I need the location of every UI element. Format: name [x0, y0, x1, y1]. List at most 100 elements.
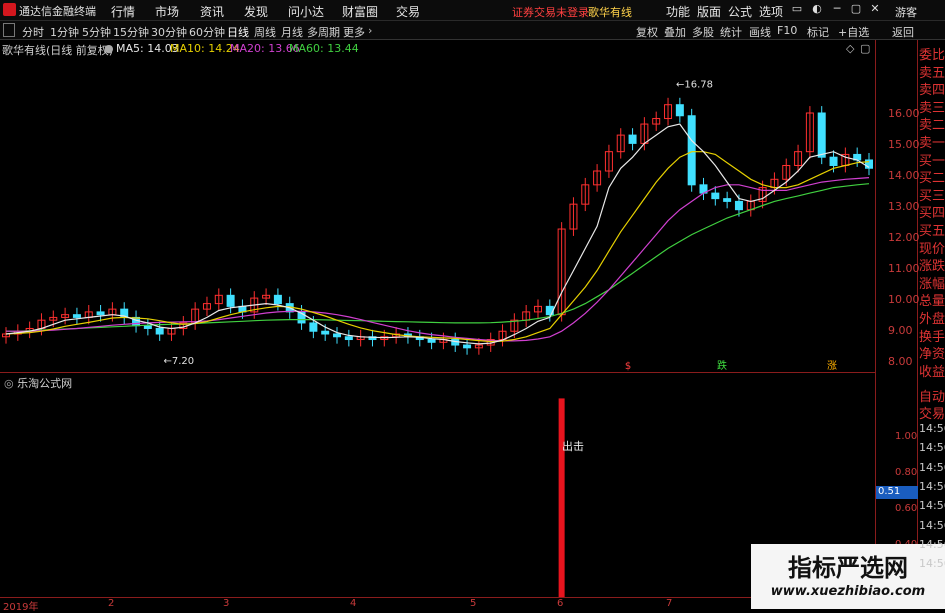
menu-gongshi[interactable]: 公式	[728, 3, 752, 20]
tool-fuquan[interactable]: 复权	[636, 24, 658, 40]
menu-caifuquan[interactable]: 财富圈	[342, 3, 378, 20]
candle	[321, 330, 330, 335]
date-tick: 4	[350, 598, 357, 609]
event-mark[interactable]: $	[625, 361, 631, 372]
menu-shichang[interactable]: 市场	[155, 3, 179, 20]
period-15min[interactable]: 15分钟	[113, 24, 149, 40]
low-price-label: ←7.20	[164, 356, 195, 367]
price-tick: 12.00	[888, 231, 920, 244]
candlestick-chart[interactable]: ←16.78 ←7.20 $ 跌 涨	[0, 55, 875, 372]
date-tick: 6	[557, 598, 564, 609]
candle	[723, 198, 732, 202]
tool-huaxian[interactable]: 画线	[749, 24, 771, 40]
time-item: 14:56	[919, 518, 945, 532]
current-value-badge: 0.51	[876, 486, 918, 499]
menu-hangqing[interactable]: 行情	[111, 3, 135, 20]
collapse-icon[interactable]	[3, 23, 15, 37]
trade-login-status[interactable]: 证券交易未登录	[512, 4, 589, 20]
period-daily[interactable]: 日线	[227, 24, 249, 40]
tool-f10[interactable]: F10	[777, 24, 797, 37]
side-label: 卖三	[919, 100, 945, 116]
app-logo-icon	[3, 3, 16, 16]
period-30min[interactable]: 30分钟	[151, 24, 187, 40]
watermark-title: 指标严选网	[788, 554, 908, 582]
user-icon[interactable]: ◐	[808, 2, 826, 17]
candle	[463, 344, 472, 349]
time-item: 14:56	[919, 460, 945, 474]
tool-diejia[interactable]: 叠加	[664, 24, 686, 40]
ma5-line	[5, 123, 870, 345]
tool-duogu[interactable]: 多股	[692, 24, 714, 40]
date-axis	[0, 597, 875, 610]
tool-add-watchlist[interactable]: +自选	[838, 24, 869, 40]
side-label: 卖四	[919, 83, 945, 99]
side-label: 净资	[919, 347, 945, 363]
sub-tick: 1.00	[895, 431, 918, 442]
expand-icon[interactable]: ▢	[860, 42, 870, 55]
candle	[72, 314, 81, 318]
event-mark[interactable]: 跌	[717, 359, 727, 372]
side-sub-label[interactable]: 交易	[919, 403, 945, 422]
candle	[829, 156, 838, 166]
sub-tick: 0.80	[895, 467, 918, 478]
time-item: 14:56	[919, 479, 945, 493]
side-label: 委比	[919, 48, 945, 63]
diamond-icon[interactable]: ◇	[846, 42, 854, 55]
side-label: 卖一	[919, 136, 945, 151]
sub-tick: 0.60	[895, 503, 918, 514]
candle	[427, 339, 436, 343]
panel-divider	[0, 372, 875, 373]
period-1min[interactable]: 1分钟	[50, 24, 79, 40]
tool-back[interactable]: 返回	[892, 24, 914, 40]
side-label: 买五	[919, 224, 945, 239]
price-tick: 10.00	[888, 293, 920, 306]
menu-banmian[interactable]: 版面	[697, 3, 721, 20]
tool-biaoji[interactable]: 标记	[807, 24, 829, 40]
candle	[273, 294, 282, 305]
period-weekly[interactable]: 周线	[254, 24, 276, 40]
menu-wenxiaoda[interactable]: 问小达	[288, 3, 324, 20]
side-label: 现价	[919, 241, 945, 257]
indicator-chart[interactable]	[0, 386, 875, 597]
price-tick: 9.00	[888, 324, 913, 337]
period-60min[interactable]: 60分钟	[189, 24, 225, 40]
date-tick: 2	[108, 598, 115, 609]
side-label: 收益	[919, 364, 945, 380]
candle	[226, 294, 235, 307]
event-mark[interactable]: 涨	[827, 360, 837, 372]
candle	[344, 336, 353, 341]
side-label: 涨幅	[919, 276, 945, 292]
price-tick: 15.00	[888, 138, 920, 151]
maximize-icon[interactable]: ▢	[847, 2, 865, 17]
menu-jiaoyi[interactable]: 交易	[396, 3, 420, 20]
chat-icon[interactable]: ▭	[788, 2, 806, 17]
menu-faxian[interactable]: 发现	[244, 3, 268, 20]
minimize-icon[interactable]: ─	[828, 2, 846, 17]
menu-gongneng[interactable]: 功能	[666, 3, 690, 20]
candle	[143, 325, 152, 329]
side-label: 买二	[919, 171, 945, 187]
menu-xuanxiang[interactable]: 选项	[759, 3, 783, 20]
candle	[155, 327, 164, 335]
period-more[interactable]: 更多	[343, 24, 365, 40]
settings-dot-icon[interactable]: ●	[104, 42, 114, 55]
time-item: 14:56	[919, 557, 945, 571]
candle	[309, 322, 318, 332]
period-fenshi[interactable]: 分时	[22, 24, 44, 40]
guest-label[interactable]: 游客	[895, 4, 917, 20]
ma10-line	[5, 151, 870, 343]
period-multi[interactable]: 多周期	[307, 24, 340, 40]
close-icon[interactable]: ✕	[866, 2, 884, 17]
side-label: 换手	[919, 329, 945, 345]
period-monthly[interactable]: 月线	[281, 24, 303, 40]
app-name: 通达信金融终端	[19, 5, 96, 18]
chevron-right-icon[interactable]: ›	[368, 24, 372, 37]
period-5min[interactable]: 5分钟	[82, 24, 111, 40]
candle	[817, 112, 826, 158]
menu-zixun[interactable]: 资讯	[200, 3, 224, 20]
tool-tongji[interactable]: 统计	[720, 24, 742, 40]
price-tick: 8.00	[888, 355, 913, 368]
time-item: 14:56	[919, 422, 945, 435]
time-item: 14:56	[919, 441, 945, 455]
side-label: 总量	[919, 294, 945, 310]
